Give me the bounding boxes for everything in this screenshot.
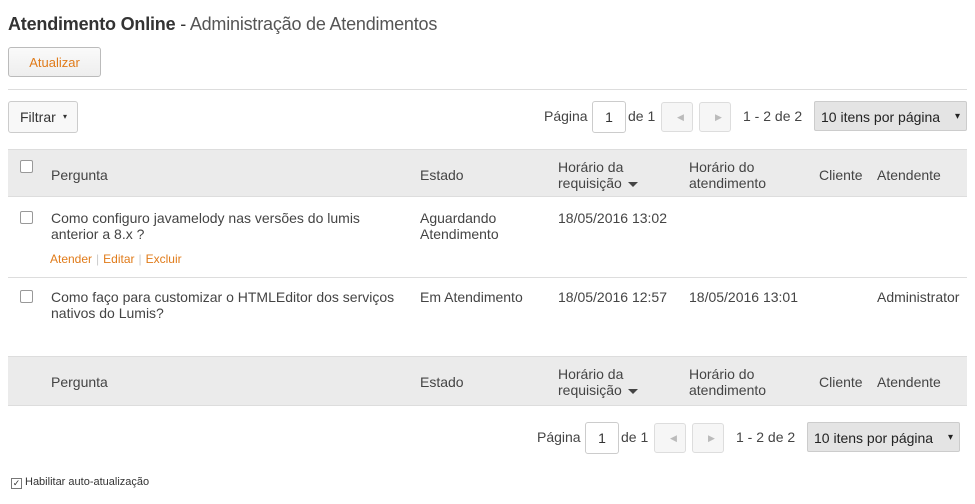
caret-down-icon: ▾ (62, 112, 67, 121)
items-per-page-select[interactable]: 10 itens por página ▾ (807, 422, 960, 452)
page-label: Página (537, 429, 581, 445)
divider (8, 89, 967, 90)
select-all-checkbox[interactable] (20, 160, 33, 173)
table-row[interactable]: Como faço para customizar o HTMLEditor d… (8, 278, 967, 357)
delete-link[interactable]: Excluir (146, 252, 182, 266)
row-service-time: 18/05/2016 13:01 (689, 289, 798, 305)
table-footer: Pergunta Estado Horário da requisição Ho… (8, 356, 967, 406)
row-state: Em Atendimento (420, 289, 523, 305)
sort-desc-icon (627, 388, 638, 394)
attend-link[interactable]: Atender (50, 252, 92, 266)
column-request-time-line1: Horário da (558, 159, 624, 175)
row-request-time: 18/05/2016 13:02 (558, 210, 667, 226)
pagination-top: Página 1 de 1 ◀ ▶ 1 - 2 de 2 10 itens po… (544, 101, 967, 133)
column-request-time[interactable]: Horário da requisição (558, 159, 638, 191)
range-label: 1 - 2 de 2 (743, 108, 803, 124)
pagination-bottom: Página 1 de 1 ◀ ▶ 1 - 2 de 2 10 itens po… (537, 422, 960, 454)
page-count-label: de 1 (621, 429, 649, 445)
row-actions: Atender | Editar | Excluir (50, 252, 182, 266)
prev-page-button[interactable]: ◀ (661, 102, 693, 132)
next-icon: ▶ (715, 112, 722, 122)
range-label: 1 - 2 de 2 (736, 429, 796, 445)
footer-column-service-time[interactable]: Horário do atendimento (689, 366, 766, 398)
prev-icon: ◀ (677, 112, 684, 122)
table-header: Pergunta Estado Horário da requisição Ho… (8, 149, 967, 197)
app-title: Atendimento Online (8, 14, 176, 34)
row-checkbox[interactable] (20, 290, 33, 303)
sort-desc-icon (627, 181, 638, 187)
prev-icon: ◀ (670, 433, 677, 443)
row-attendant: Administrator (877, 289, 960, 305)
next-icon: ▶ (708, 433, 715, 443)
row-question: Como configuro javamelody nas versões do… (51, 210, 360, 242)
edit-link[interactable]: Editar (103, 252, 134, 266)
action-separator: | (96, 252, 100, 266)
table-row[interactable]: Como configuro javamelody nas versões do… (8, 197, 967, 278)
next-page-button[interactable]: ▶ (692, 423, 724, 453)
row-request-time: 18/05/2016 12:57 (558, 289, 667, 305)
footer-column-client[interactable]: Cliente (819, 374, 863, 390)
footer-column-service-time-line1: Horário do (689, 366, 755, 382)
next-page-button[interactable]: ▶ (699, 102, 731, 132)
footer-column-request-time[interactable]: Horário da requisição (558, 366, 638, 398)
row-checkbox[interactable] (20, 211, 33, 224)
page-number-input[interactable]: 1 (585, 422, 619, 454)
items-per-page-value: 10 itens por página (821, 109, 941, 125)
dropdown-arrow-icon: ▾ (954, 111, 960, 122)
footer-column-state[interactable]: Estado (420, 374, 464, 390)
footer-column-attendant[interactable]: Atendente (877, 374, 941, 390)
filter-label: Filtrar (20, 109, 56, 125)
auto-update-toggle[interactable]: ✓ Habilitar auto-atualização (11, 476, 149, 489)
items-per-page-value: 10 itens por página (814, 430, 934, 446)
page-number-input[interactable]: 1 (592, 101, 626, 133)
column-service-time[interactable]: Horário do atendimento (689, 159, 766, 191)
page-subtitle: Administração de Atendimentos (189, 14, 438, 34)
prev-page-button[interactable]: ◀ (654, 423, 686, 453)
page-title: Atendimento Online - Administração de At… (8, 14, 437, 35)
footer-column-service-time-line2: atendimento (689, 382, 767, 398)
auto-update-checkbox[interactable]: ✓ (11, 478, 22, 489)
footer-column-request-time-line1: Horário da (558, 366, 624, 382)
column-question[interactable]: Pergunta (51, 167, 108, 183)
page-label: Página (544, 108, 588, 124)
auto-update-label: Habilitar auto-atualização (25, 476, 150, 488)
page-count-label: de 1 (628, 108, 656, 124)
column-client[interactable]: Cliente (819, 167, 863, 183)
title-separator: - (175, 14, 190, 34)
filter-button[interactable]: Filtrar ▾ (8, 101, 78, 133)
column-state[interactable]: Estado (420, 167, 464, 183)
row-question: Como faço para customizar o HTMLEditor d… (51, 289, 395, 321)
column-attendant[interactable]: Atendente (877, 167, 941, 183)
column-request-time-line2: requisição (558, 175, 622, 191)
footer-column-question[interactable]: Pergunta (51, 374, 108, 390)
items-per-page-select[interactable]: 10 itens por página ▾ (814, 101, 967, 131)
refresh-button[interactable]: Atualizar (8, 47, 101, 77)
footer-column-request-time-line2: requisição (558, 382, 622, 398)
column-service-time-line1: Horário do (689, 159, 755, 175)
dropdown-arrow-icon: ▾ (947, 432, 953, 443)
column-service-time-line2: atendimento (689, 175, 767, 191)
row-state: Aguardando Atendimento (420, 210, 499, 242)
action-separator: | (138, 252, 142, 266)
